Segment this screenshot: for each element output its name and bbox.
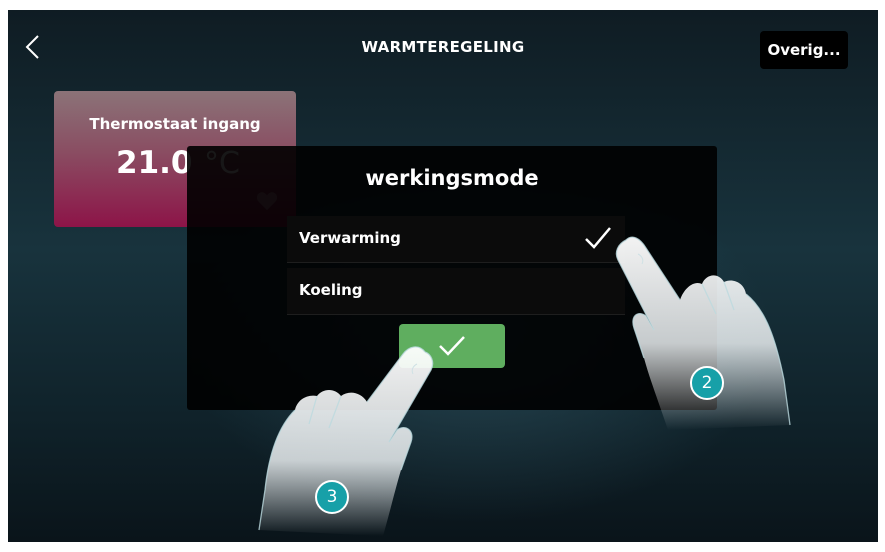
top-bar: WARMTEREGELING Overig... — [8, 10, 878, 76]
device-screen: WARMTEREGELING Overig... Thermostaat ing… — [8, 10, 878, 542]
page-title: WARMTEREGELING — [361, 38, 525, 56]
pointing-hand-icon — [615, 236, 791, 430]
more-button[interactable]: Overig... — [760, 31, 848, 69]
dialog-title: werkingsmode — [365, 166, 539, 190]
step-badge-3: 3 — [315, 480, 349, 514]
option-label: Verwarming — [299, 229, 401, 247]
option-koeling[interactable]: Koeling — [287, 268, 625, 315]
pointing-hand-icon — [258, 346, 434, 536]
step-badge-2: 2 — [690, 366, 724, 400]
temperature-value: 21.0 — [116, 145, 193, 181]
option-verwarming[interactable]: Verwarming — [287, 216, 625, 263]
option-label: Koeling — [299, 281, 363, 299]
thermostat-name: Thermostaat ingang — [89, 115, 261, 133]
